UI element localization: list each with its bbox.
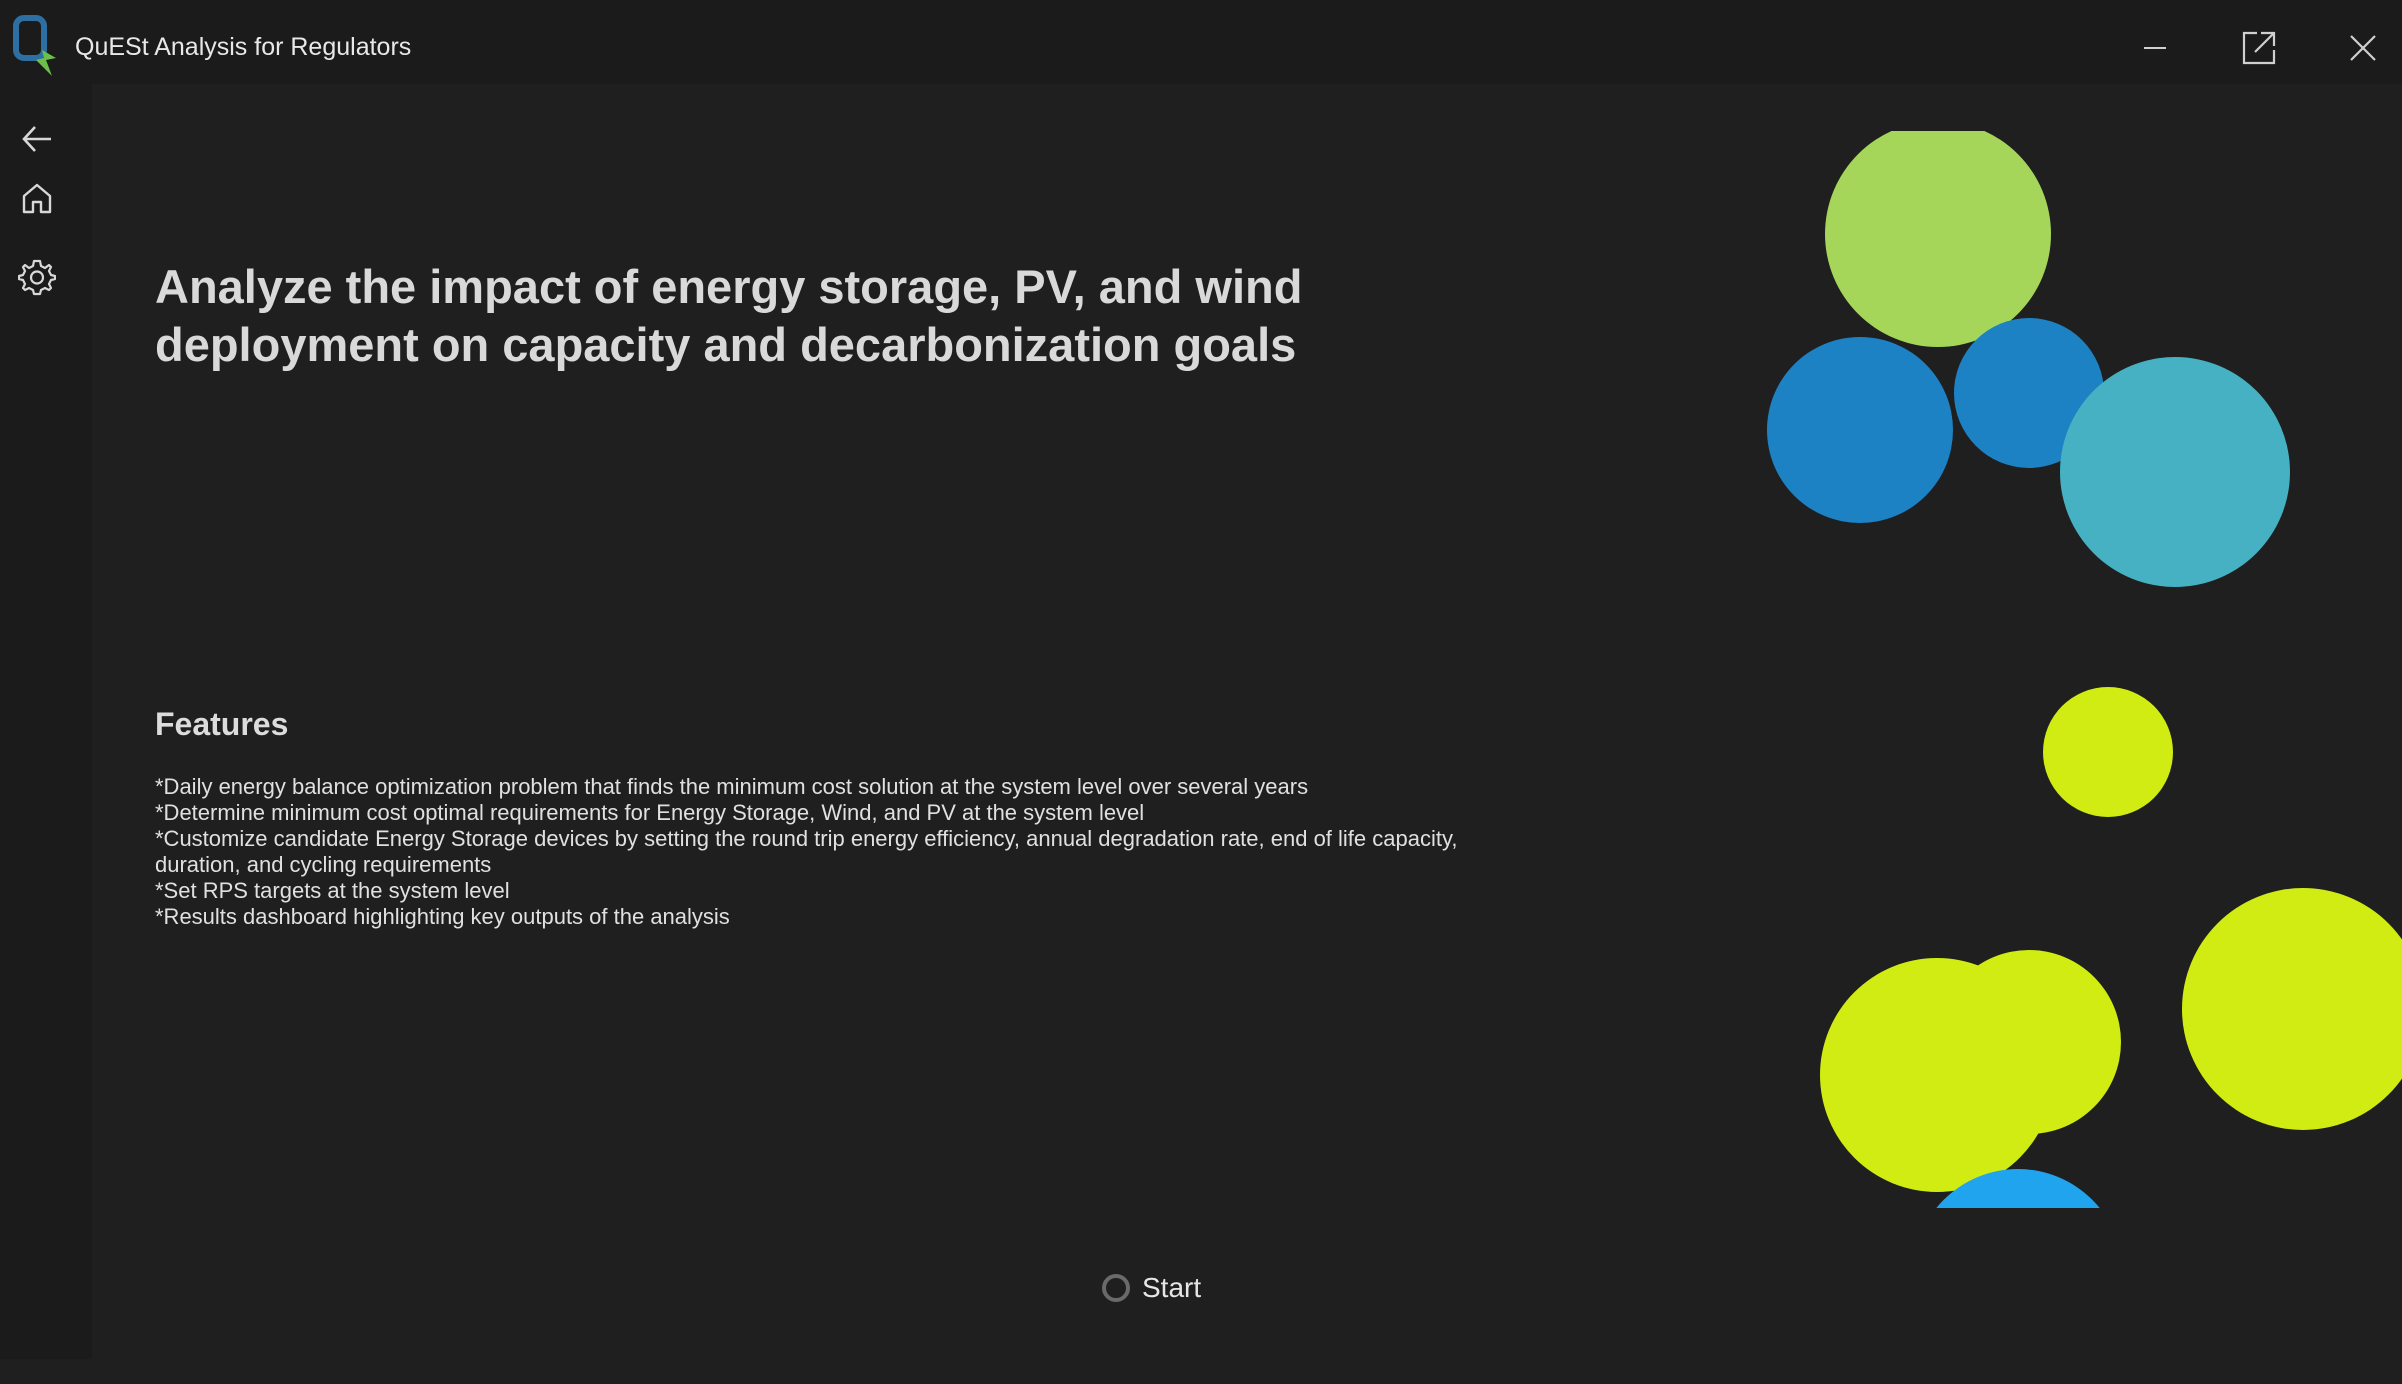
blue-circle-left xyxy=(1767,337,1953,523)
decorative-circles xyxy=(1767,131,2402,1208)
home-icon xyxy=(22,183,52,214)
open-external-icon xyxy=(2242,31,2276,65)
minimize-button[interactable] xyxy=(2125,22,2185,74)
open-external-button[interactable] xyxy=(2229,22,2289,74)
sidebar-item-home[interactable] xyxy=(12,173,62,223)
sky-blue-semicircle xyxy=(1936,1169,2100,1208)
window-title: QuESt Analysis for Regulators xyxy=(75,33,412,61)
title-bar: QuESt Analysis for Regulators xyxy=(0,0,2402,84)
start-ring-icon xyxy=(1102,1274,1130,1302)
start-label: Start xyxy=(1142,1272,1202,1303)
light-green-circle xyxy=(1825,131,2051,347)
app-window: QuESt Analysis for Regulators Analyze th… xyxy=(0,0,2402,1359)
lime-circle-bottom-left xyxy=(1820,958,2054,1192)
start-button[interactable]: Start xyxy=(1102,1272,1201,1304)
minimize-icon xyxy=(2144,47,2166,49)
main-content: Analyze the impact of energy storage, PV… xyxy=(92,84,2402,1359)
lime-circle-right xyxy=(2182,888,2402,1130)
sidebar-item-settings[interactable] xyxy=(12,252,62,302)
lime-circle-small xyxy=(2043,687,2173,817)
teal-circle xyxy=(2060,357,2290,587)
arrow-left-icon xyxy=(22,126,51,152)
close-button[interactable] xyxy=(2333,22,2393,74)
close-icon xyxy=(2350,35,2376,61)
quest-logo-icon xyxy=(13,15,56,76)
sidebar-item-back[interactable] xyxy=(12,114,62,164)
features-title: Features xyxy=(155,706,289,742)
sidebar xyxy=(0,84,92,1359)
gear-icon xyxy=(18,259,56,296)
